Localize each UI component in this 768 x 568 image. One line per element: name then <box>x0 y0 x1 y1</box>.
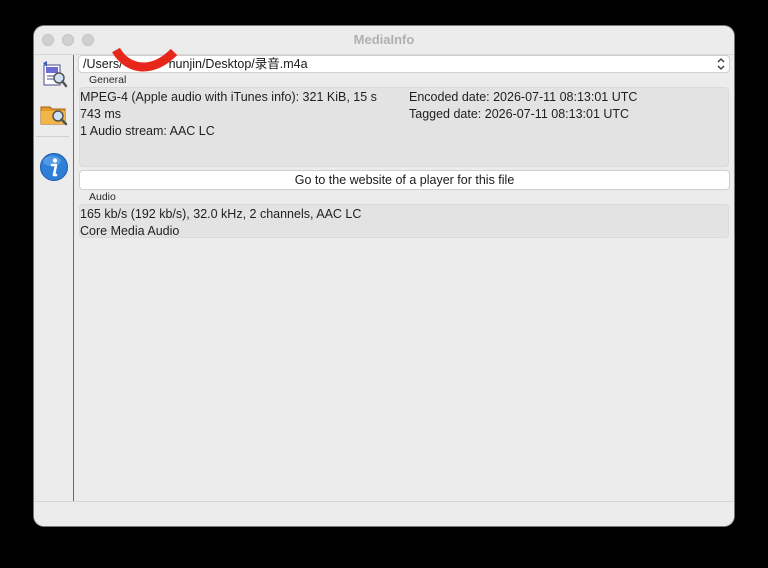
audio-line-1: 165 kb/s (192 kb/s), 32.0 kHz, 2 channel… <box>80 207 362 221</box>
encoded-date: Encoded date: 2026-07-11 08:13:01 UTC <box>409 90 638 104</box>
info-icon[interactable] <box>39 152 69 182</box>
audio-section-label: Audio <box>89 191 116 203</box>
player-website-button[interactable]: Go to the website of a player for this f… <box>79 170 730 190</box>
general-line-1: MPEG-4 (Apple audio with iTunes info): 3… <box>80 90 377 104</box>
open-file-icon[interactable] <box>39 59 69 89</box>
general-line-3: 1 Audio stream: AAC LC <box>80 124 215 138</box>
annotation-mark <box>112 47 178 72</box>
select-arrows-icon <box>717 58 725 70</box>
main-content: /Users/hunjin/Desktop/录音.m4a General MPE… <box>74 55 734 502</box>
general-line-2: 743 ms <box>80 107 121 121</box>
tagged-date: Tagged date: 2026-07-11 08:13:01 UTC <box>409 107 630 121</box>
open-folder-icon[interactable] <box>39 98 69 128</box>
sidebar <box>34 55 74 502</box>
sidebar-divider <box>36 136 69 137</box>
audio-line-2: Core Media Audio <box>80 224 180 238</box>
file-path-end: hunjin/Desktop/录音.m4a <box>168 57 308 71</box>
bottom-bar <box>34 501 734 526</box>
mediainfo-window: MediaInfo /Users/hunjin/Desktop/录音.m4a G… <box>34 26 734 526</box>
